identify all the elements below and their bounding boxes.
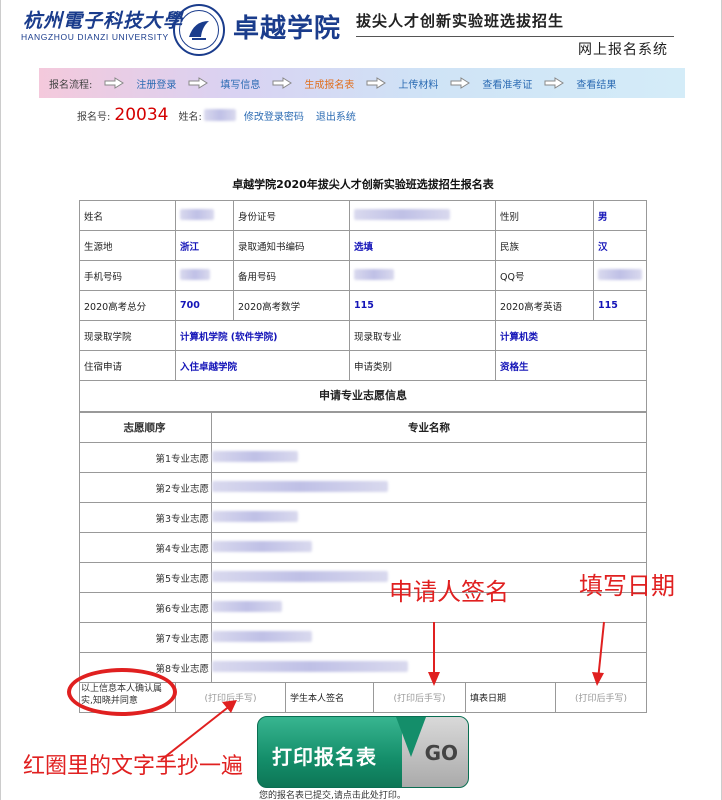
print-form-button[interactable]: 打印报名表 GO	[257, 716, 469, 788]
annotation-arrows	[160, 621, 605, 761]
print-note: 您的报名表已提交,请点击此处打印。	[259, 791, 406, 800]
page: 杭州電子科技大學 HANGZHOU DIANZI UNIVERSITY 卓越学院…	[0, 0, 722, 800]
print-button-label: 打印报名表	[272, 745, 377, 769]
go-label: GO	[424, 741, 458, 765]
go-arrow-icon	[396, 717, 426, 757]
